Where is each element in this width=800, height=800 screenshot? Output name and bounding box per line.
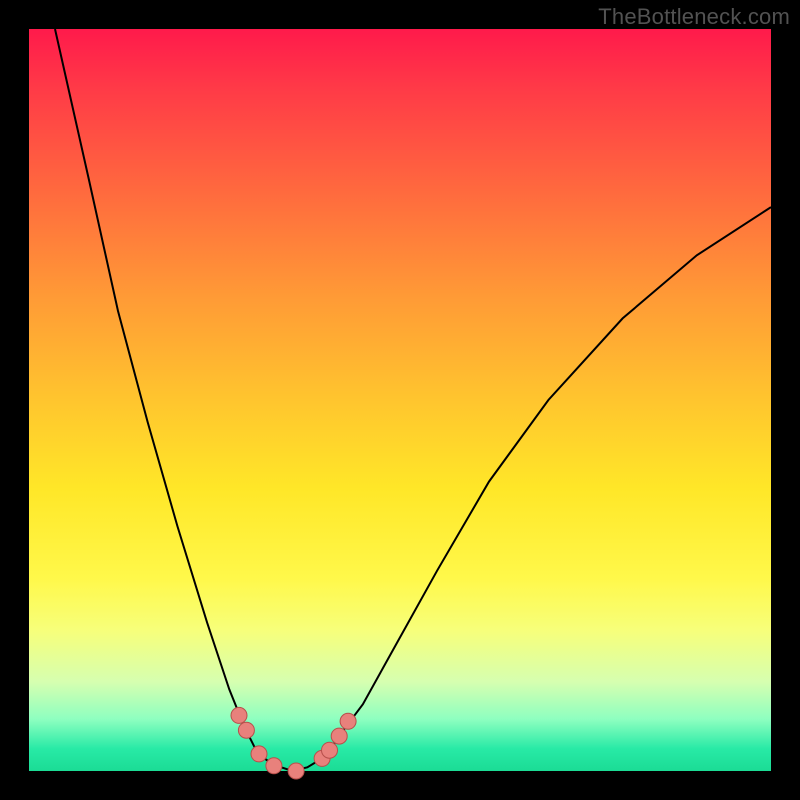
curve-marker (331, 728, 347, 744)
curve-marker (231, 707, 247, 723)
chart-stage: TheBottleneck.com (0, 0, 800, 800)
curve-svg (29, 29, 771, 771)
plot-area (29, 29, 771, 771)
bottleneck-curve (55, 29, 771, 771)
curve-line (55, 29, 771, 771)
curve-marker (266, 758, 282, 774)
curve-marker (238, 722, 254, 738)
curve-markers (231, 707, 356, 779)
curve-marker (288, 763, 304, 779)
curve-marker (340, 713, 356, 729)
curve-marker (251, 746, 267, 762)
curve-marker (322, 742, 338, 758)
watermark-text: TheBottleneck.com (598, 4, 790, 30)
